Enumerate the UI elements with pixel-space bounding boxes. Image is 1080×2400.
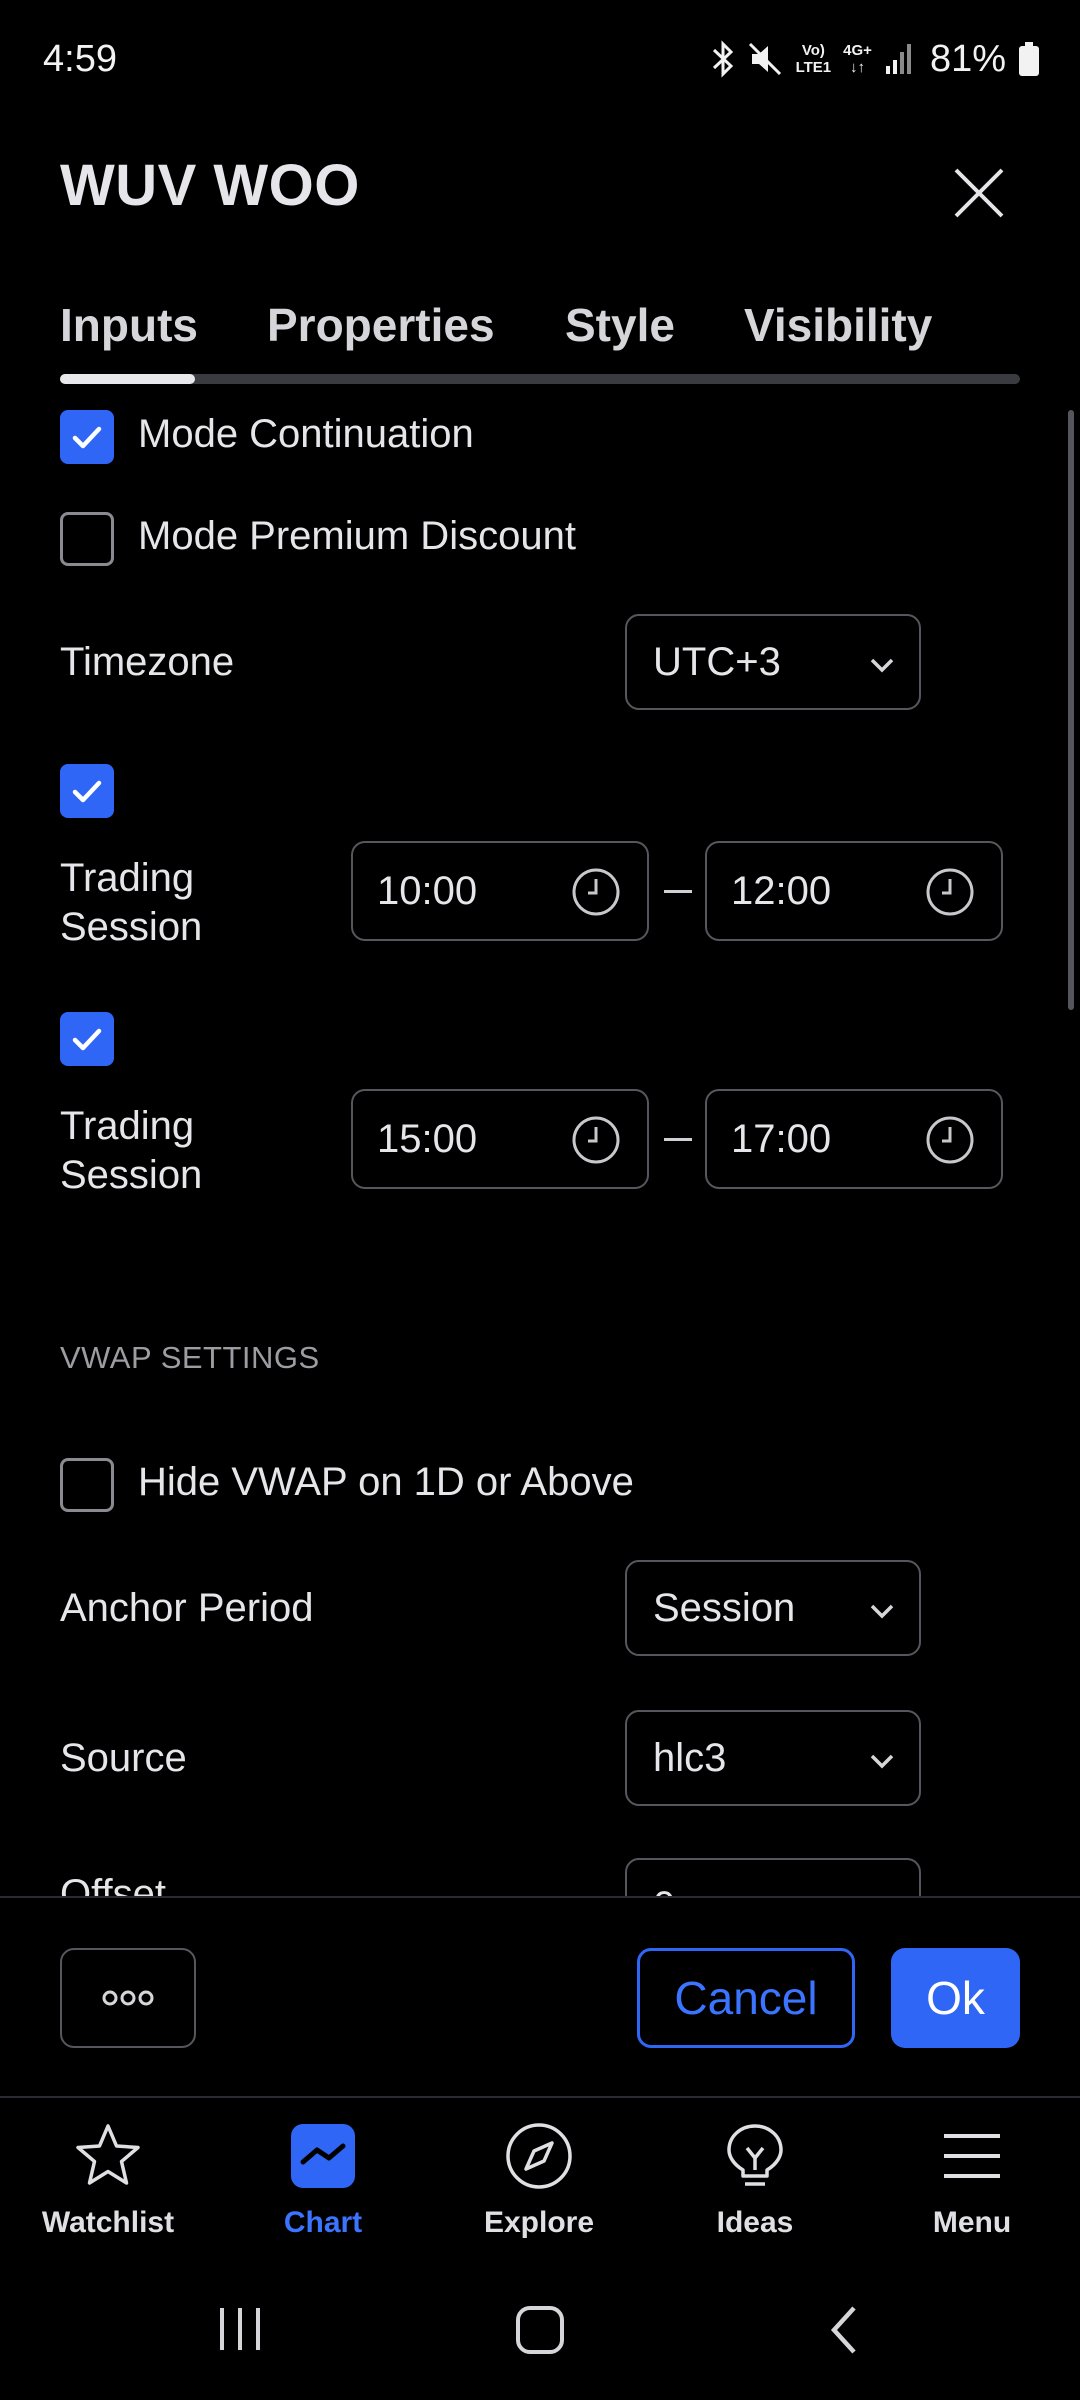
timezone-label: Timezone <box>60 640 235 684</box>
tab-visibility[interactable]: Visibility <box>744 298 932 352</box>
nav-watchlist-label: Watchlist <box>41 2206 175 2239</box>
cancel-button[interactable]: Cancel <box>637 1948 855 2048</box>
vwap-settings-heading: VWAP SETTINGS <box>60 1340 320 1375</box>
nav-watchlist[interactable]: Watchlist <box>18 2118 198 2248</box>
source-label: Source <box>60 1736 187 1780</box>
mute-icon <box>748 42 781 76</box>
nav-ideas-label: Ideas <box>716 2206 794 2239</box>
check-icon <box>72 1028 102 1051</box>
clock-icon <box>926 868 974 916</box>
mode-premium-discount-checkbox[interactable] <box>60 512 114 566</box>
session2-start-input[interactable]: 15:00 <box>351 1089 649 1189</box>
more-options-button[interactable] <box>60 1948 196 2048</box>
session2-end-input[interactable]: 17:00 <box>705 1089 1003 1189</box>
mode-continuation-checkbox[interactable] <box>60 410 114 464</box>
star-icon <box>76 2124 140 2185</box>
dialog-title: WUV WOO <box>60 153 360 218</box>
session1-start-value: 10:00 <box>377 869 478 913</box>
session1-start-input[interactable]: 10:00 <box>351 841 649 941</box>
bluetooth-icon <box>712 40 733 78</box>
source-select[interactable]: hlc3 <box>625 1710 921 1806</box>
session1-end-value: 12:00 <box>731 869 832 913</box>
session2-end-value: 17:00 <box>731 1117 832 1161</box>
status-icons: Vo) LTE1 4G+ ↓↑ 81% <box>710 34 1040 84</box>
nav-ideas[interactable]: Ideas <box>665 2118 845 2248</box>
clock-icon <box>926 1116 974 1164</box>
chevron-down-icon <box>870 658 894 673</box>
nav-explore[interactable]: Explore <box>449 2118 629 2248</box>
nav-chart-label: Chart <box>283 2206 363 2239</box>
tabs-active-indicator <box>60 374 195 384</box>
session2-checkbox[interactable] <box>60 1012 114 1066</box>
tab-style[interactable]: Style <box>565 298 675 352</box>
chevron-down-icon <box>870 1604 894 1619</box>
dialog-bottom-divider <box>0 2096 1080 2098</box>
clock-icon <box>572 868 620 916</box>
back-icon[interactable] <box>822 2304 866 2356</box>
hide-vwap-checkbox[interactable] <box>60 1458 114 1512</box>
check-icon <box>72 426 102 449</box>
signal-icon <box>885 44 911 74</box>
chevron-down-icon <box>870 1754 894 1769</box>
range-dash <box>664 890 692 893</box>
home-icon[interactable] <box>514 2304 566 2356</box>
lightbulb-icon <box>727 2124 783 2186</box>
offset-input[interactable]: 0 <box>625 1858 921 1896</box>
nav-chart[interactable]: Chart <box>233 2118 413 2248</box>
mode-continuation-label: Mode Continuation <box>138 412 474 456</box>
anchor-period-select[interactable]: Session <box>625 1560 921 1656</box>
timezone-select[interactable]: UTC+3 <box>625 614 921 710</box>
battery-percent: 81% <box>929 37 1006 80</box>
session2-start-value: 15:00 <box>377 1117 478 1161</box>
session2-label: Trading Session <box>60 1104 203 1197</box>
range-dash <box>664 1138 692 1141</box>
inputs-panel: Mode Continuation Mode Premium Discount … <box>0 388 1080 1896</box>
session1-checkbox[interactable] <box>60 764 114 818</box>
anchor-period-label: Anchor Period <box>60 1586 314 1630</box>
offset-label: Offset <box>60 1872 166 1896</box>
close-icon <box>954 168 1004 218</box>
session1-end-input[interactable]: 12:00 <box>705 841 1003 941</box>
chart-icon <box>291 2124 355 2188</box>
offset-value: 0 <box>653 1884 675 1896</box>
nav-menu-label: Menu <box>932 2206 1012 2239</box>
volte-indicator: Vo) LTE1 <box>795 42 832 76</box>
close-button[interactable] <box>944 158 1014 228</box>
more-dots-icon <box>102 1990 154 2006</box>
tab-properties[interactable]: Properties <box>267 298 495 352</box>
timezone-value: UTC+3 <box>653 640 781 684</box>
session1-label: Trading Session <box>60 856 203 949</box>
ok-button[interactable]: Ok <box>891 1948 1020 2048</box>
nav-explore-label: Explore <box>483 2206 595 2239</box>
footer-divider <box>0 1896 1080 1898</box>
tabs-scroll-track <box>60 374 1020 384</box>
network-4g-indicator: 4G+ ↓↑ <box>843 42 872 76</box>
content-scrollbar[interactable] <box>1068 410 1074 1010</box>
menu-icon <box>944 2134 1000 2178</box>
recent-apps-icon[interactable] <box>210 2304 270 2354</box>
hide-vwap-label: Hide VWAP on 1D or Above <box>138 1460 634 1504</box>
compass-icon <box>506 2123 572 2189</box>
check-icon <box>72 780 102 803</box>
source-value: hlc3 <box>653 1736 727 1780</box>
anchor-period-value: Session <box>653 1586 796 1630</box>
clock-icon <box>572 1116 620 1164</box>
mode-premium-discount-label: Mode Premium Discount <box>138 514 576 558</box>
battery-icon <box>1019 42 1039 76</box>
tab-inputs[interactable]: Inputs <box>60 298 198 352</box>
nav-menu[interactable]: Menu <box>882 2118 1062 2248</box>
status-time: 4:59 <box>43 38 117 80</box>
